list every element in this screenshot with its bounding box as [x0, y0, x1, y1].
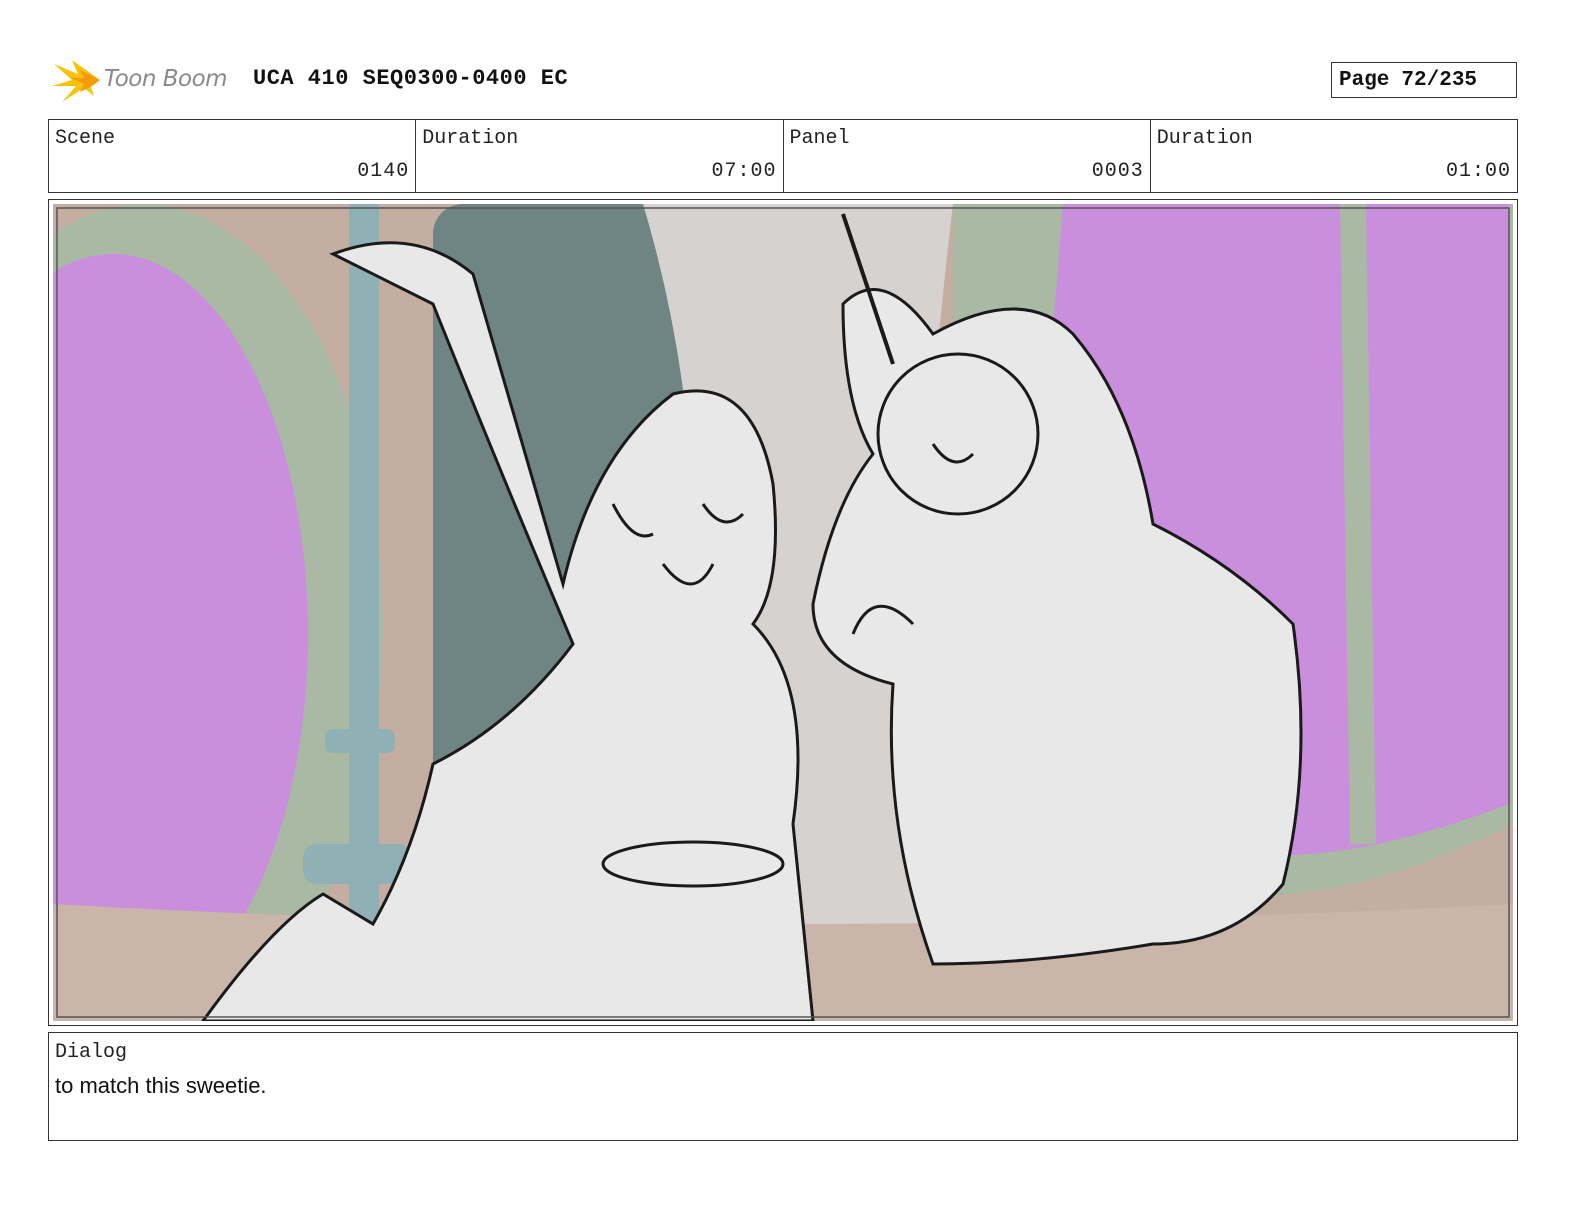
page-label: Page — [1339, 68, 1390, 92]
panel-duration-cell: Duration 01:00 — [1151, 120, 1517, 192]
scene-duration-label: Duration — [422, 127, 519, 150]
pole-ring-top — [325, 729, 395, 753]
storyboard-sketch — [53, 204, 1513, 1021]
scene-duration-cell: Duration 07:00 — [416, 120, 784, 192]
scene-info-row: Scene 0140 Duration 07:00 Panel 0003 Dur… — [48, 119, 1518, 193]
page-number: 72/235 — [1401, 68, 1478, 92]
page-indicator: Page 72/235 — [1331, 62, 1517, 98]
dialog-box: Dialog to match this sweetie. — [48, 1032, 1518, 1141]
panel-artwork — [53, 204, 1513, 1021]
toon-boom-logo: Toon Boom — [50, 56, 240, 106]
panel-value: 0003 — [1091, 160, 1144, 183]
project-title: UCA 410 SEQ0300-0400 EC — [253, 66, 569, 91]
scene-duration-value: 07:00 — [711, 160, 777, 183]
scene-value: 0140 — [357, 160, 410, 183]
panel-duration-value: 01:00 — [1445, 160, 1511, 183]
panel-cell: Panel 0003 — [784, 120, 1151, 192]
window-mullion — [1340, 204, 1376, 845]
scene-cell: Scene 0140 — [49, 120, 417, 192]
panel-duration-label: Duration — [1156, 127, 1253, 150]
dialog-label: Dialog — [55, 1041, 128, 1064]
dialog-text: to match this sweetie. — [55, 1073, 267, 1098]
starburst-icon — [52, 60, 100, 102]
storyboard-panel — [48, 199, 1518, 1026]
scene-label: Scene — [55, 127, 116, 150]
pole — [349, 204, 379, 1021]
logo-text: Toon Boom — [104, 66, 228, 92]
panel-label: Panel — [789, 127, 850, 150]
